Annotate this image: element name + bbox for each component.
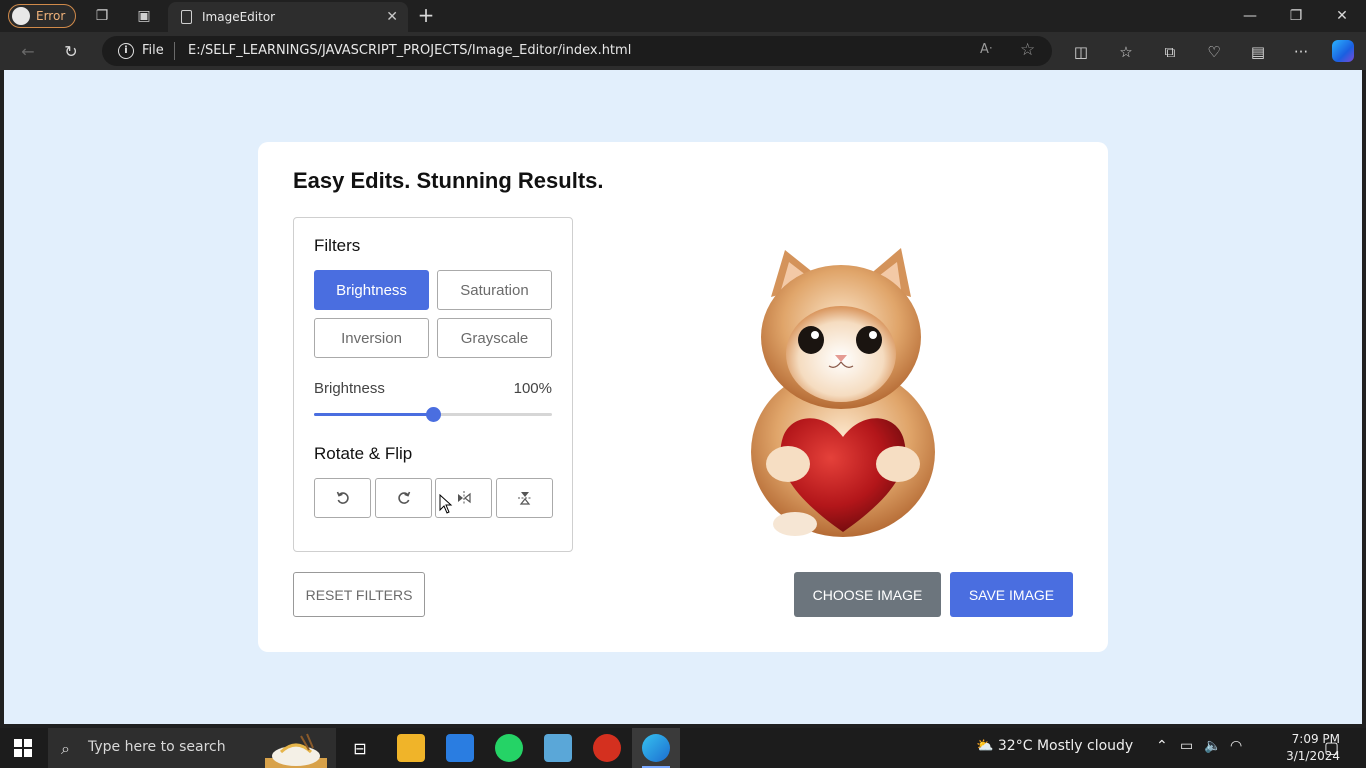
search-highlight-icon: [265, 733, 327, 768]
editor-card: Easy Edits. Stunning Results. Filters Br…: [258, 142, 1108, 652]
file-explorer-icon[interactable]: [397, 734, 425, 762]
filters-heading: Filters: [314, 236, 361, 255]
tab-imageeditor[interactable]: ImageEditor ✕: [168, 2, 408, 32]
kitten-heart-image: [751, 248, 935, 537]
whatsapp-icon[interactable]: [495, 734, 523, 762]
split-screen-icon[interactable]: ◫: [1070, 41, 1092, 63]
slider-label: Brightness: [314, 380, 385, 397]
cloudy-icon: ⛅: [976, 738, 994, 754]
filter-saturation-button[interactable]: Saturation: [437, 270, 552, 310]
slider-thumb[interactable]: [426, 407, 441, 422]
notifications-icon[interactable]: ▢: [1324, 738, 1339, 757]
page-title: Easy Edits. Stunning Results.: [293, 168, 604, 193]
edge-icon: [642, 734, 670, 762]
rotate-left-button[interactable]: [314, 478, 371, 518]
minimize-icon[interactable]: —: [1238, 4, 1262, 28]
workspaces-icon[interactable]: ❐: [92, 6, 112, 26]
search-placeholder: Type here to search: [88, 739, 226, 755]
windows-logo-icon: [14, 739, 22, 747]
tab-title: ImageEditor: [202, 10, 276, 24]
filter-inversion-button[interactable]: Inversion: [314, 318, 429, 358]
rotate-left-icon: [336, 491, 349, 504]
new-tab-button[interactable]: +: [414, 4, 438, 28]
browser-tab-bar: Error ❐ ▣ ImageEditor ✕ + — ❐ ✕: [0, 0, 1366, 32]
info-icon[interactable]: i: [118, 43, 134, 59]
browser-toolbar: ← ↻ i File E:/SELF_LEARNINGS/JAVASCRIPT_…: [0, 32, 1366, 70]
scheme-label: File: [142, 43, 164, 58]
search-icon: ⌕: [61, 739, 70, 758]
weather-widget[interactable]: ⛅ 32°C Mostly cloudy: [976, 738, 1133, 754]
notepad-icon[interactable]: [544, 734, 572, 762]
mouse-cursor-icon: [439, 494, 453, 514]
filter-brightness-button[interactable]: Brightness: [314, 270, 429, 310]
volume-icon[interactable]: 🔈: [1204, 738, 1221, 754]
more-options-icon[interactable]: ···: [1290, 41, 1312, 63]
choose-image-button[interactable]: CHOOSE IMAGE: [794, 572, 941, 617]
taskbar-search[interactable]: ⌕ Type here to search: [48, 728, 336, 768]
start-button[interactable]: [14, 739, 32, 757]
controls-panel: Filters Brightness Saturation Inversion …: [293, 217, 573, 552]
battery-icon[interactable]: ▭: [1180, 738, 1193, 754]
show-hidden-icons-icon[interactable]: ⌃: [1156, 738, 1168, 754]
task-view-icon[interactable]: ⊟: [346, 734, 374, 762]
weather-condition: Mostly cloudy: [1036, 738, 1134, 754]
image-preview: [733, 242, 953, 542]
page-icon: [181, 10, 192, 24]
page-viewport: Easy Edits. Stunning Results. Filters Br…: [4, 70, 1362, 724]
favorite-star-icon[interactable]: ☆: [1020, 40, 1035, 60]
profile-label: Error: [36, 9, 66, 23]
rotate-heading: Rotate & Flip: [314, 444, 413, 463]
weather-temp: 32°C: [997, 738, 1033, 754]
back-icon[interactable]: ←: [17, 41, 39, 63]
tab-actions-icon[interactable]: ▣: [134, 6, 154, 26]
microsoft-store-icon[interactable]: [446, 734, 474, 762]
profile-button[interactable]: Error: [8, 4, 76, 28]
save-image-button[interactable]: SAVE IMAGE: [950, 572, 1073, 617]
edge-taskbar-active[interactable]: [632, 728, 680, 768]
app-icon[interactable]: [593, 734, 621, 762]
flip-vertical-icon: [517, 492, 532, 505]
slider-fill: [314, 413, 433, 416]
flip-vertical-button[interactable]: [496, 478, 553, 518]
address-bar[interactable]: i File E:/SELF_LEARNINGS/JAVASCRIPT_PROJ…: [102, 36, 1052, 66]
url-text[interactable]: E:/SELF_LEARNINGS/JAVASCRIPT_PROJECTS/Im…: [188, 43, 631, 58]
close-tab-icon[interactable]: ✕: [386, 9, 398, 25]
reset-filters-button[interactable]: RESET FILTERS: [293, 572, 425, 617]
slider-value: 100%: [513, 380, 552, 397]
performance-icon[interactable]: ♡: [1203, 41, 1225, 63]
wifi-icon[interactable]: ◠: [1230, 738, 1242, 754]
close-window-icon[interactable]: ✕: [1330, 4, 1354, 28]
avatar: [12, 7, 30, 25]
windows-taskbar: ⌕ Type here to search ⊟ ⛅ 32°C Mostly cl…: [0, 728, 1366, 768]
collections-icon[interactable]: ⧉: [1159, 41, 1181, 63]
flip-horizontal-icon: [457, 491, 471, 505]
address-divider: [174, 42, 175, 60]
rotate-right-icon: [397, 491, 410, 504]
filter-grayscale-button[interactable]: Grayscale: [437, 318, 552, 358]
copilot-icon[interactable]: [1332, 40, 1354, 62]
read-aloud-icon[interactable]: Aᐧ: [980, 42, 992, 57]
brightness-slider[interactable]: [314, 407, 552, 422]
rotate-right-button[interactable]: [375, 478, 432, 518]
sidebar-toggle-icon[interactable]: ▤: [1247, 41, 1269, 63]
refresh-icon[interactable]: ↻: [60, 41, 82, 63]
favorites-icon[interactable]: ☆: [1115, 41, 1137, 63]
restore-icon[interactable]: ❐: [1284, 4, 1308, 28]
